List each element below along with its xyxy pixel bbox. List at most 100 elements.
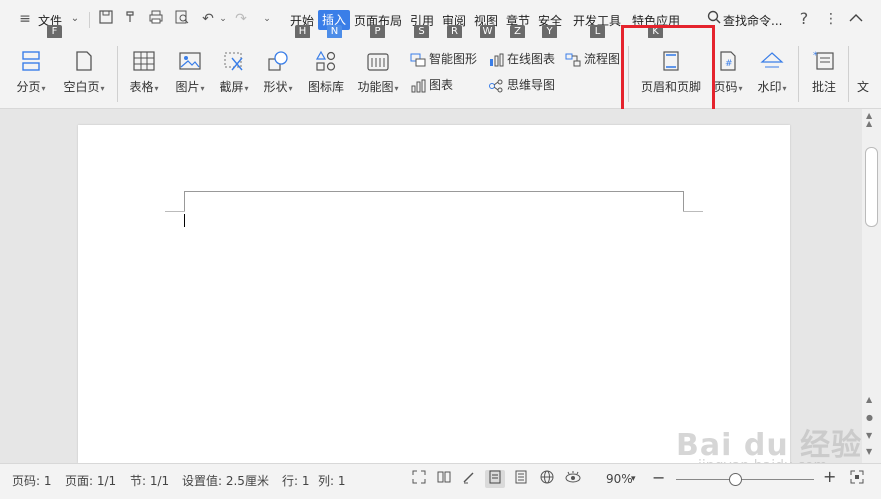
function-chart-icon	[367, 53, 389, 71]
icon-library-label: 图标库	[307, 80, 344, 94]
flowchart-button[interactable]: 流程图	[565, 50, 620, 67]
more-options-icon[interactable]: ⋮	[822, 10, 840, 28]
key-hint-layout: P	[370, 25, 385, 39]
smart-graphic-label: 智能图形	[429, 52, 478, 66]
mind-map-button[interactable]: 思维导图	[488, 76, 555, 93]
search-command-input[interactable]: 查找命令...	[723, 12, 782, 29]
reading-mode-icon[interactable]	[434, 470, 454, 488]
shape-label: 形状	[263, 80, 288, 94]
screenshot-button[interactable]: 截屏▾	[216, 50, 252, 95]
fit-window-icon[interactable]	[847, 470, 867, 488]
page-number-icon: #	[720, 51, 736, 71]
status-setting-value[interactable]: 设置值: 2.5厘米	[182, 472, 269, 489]
chart-button[interactable]: 图表	[410, 76, 453, 93]
key-hint-file: F	[47, 25, 62, 39]
print-preview-icon[interactable]	[173, 10, 191, 28]
svg-text:#: #	[725, 59, 733, 69]
key-hint-references: S	[414, 25, 429, 39]
divider	[117, 46, 118, 102]
status-section[interactable]: 节: 1/1	[130, 472, 169, 489]
table-icon	[133, 51, 155, 71]
picture-icon	[179, 52, 201, 70]
key-hint-insert: N	[327, 25, 342, 39]
page-number-button[interactable]: # 页码▾	[710, 50, 746, 95]
chart-label: 图表	[429, 78, 454, 92]
collapse-ribbon-icon[interactable]	[847, 10, 865, 28]
online-chart-button[interactable]: 在线图表	[488, 50, 555, 67]
hamburger-icon[interactable]: ≡	[16, 10, 34, 28]
edit-mode-icon[interactable]	[459, 470, 479, 488]
online-chart-label: 在线图表	[507, 52, 556, 66]
page-view-icon[interactable]	[485, 470, 505, 488]
picture-button[interactable]: 图片▾	[172, 50, 208, 95]
blank-page-button[interactable]: 空白页▾	[60, 50, 108, 95]
prev-page-icon[interactable]: ▲	[866, 395, 872, 404]
zoom-out-icon[interactable]: −	[652, 468, 665, 487]
vertical-scrollbar[interactable]: ▲ ▲ ▲ ● ▼ ▼	[862, 109, 881, 463]
blank-page-label: 空白页	[63, 80, 100, 94]
zoom-in-icon[interactable]: +	[823, 467, 836, 486]
shape-button[interactable]: 形状▾	[260, 50, 296, 95]
zoom-slider-handle[interactable]	[729, 473, 742, 486]
next-page-icon[interactable]: ▼	[866, 431, 872, 440]
watermark-button[interactable]: 水印▾	[754, 50, 790, 95]
page-break-icon	[22, 51, 40, 71]
divider	[848, 46, 849, 102]
page-break-label: 分页	[16, 80, 41, 94]
save-icon[interactable]	[97, 10, 115, 28]
document-page[interactable]	[78, 125, 790, 463]
page-number-label: 页码	[713, 80, 738, 94]
web-view-icon[interactable]	[537, 470, 557, 488]
text-more-button[interactable]: 文	[856, 78, 870, 95]
undo-dropdown-icon[interactable]: ⌄	[214, 10, 232, 28]
margin-marker-left	[165, 211, 185, 212]
zoom-slider-track[interactable]	[676, 479, 814, 480]
divider	[798, 46, 799, 102]
fullscreen-icon[interactable]	[409, 470, 429, 488]
text-more-label: 文	[856, 80, 869, 94]
chart-icon	[411, 79, 426, 92]
screenshot-label: 截屏	[219, 80, 244, 94]
picture-label: 图片	[175, 80, 200, 94]
icon-library-icon	[315, 50, 336, 71]
scroll-down-icon[interactable]: ▼	[866, 447, 872, 456]
svg-text:*: *	[813, 51, 818, 61]
outline-view-icon[interactable]	[511, 470, 531, 488]
function-chart-button[interactable]: 功能图▾	[354, 50, 402, 95]
redo-icon[interactable]: ↷	[232, 10, 250, 28]
print-icon[interactable]	[147, 10, 165, 28]
zoom-level[interactable]: 90%	[606, 472, 633, 486]
header-boundary-right	[683, 191, 684, 212]
ribbon-toolbar: 分页▾ 空白页▾ 表格▾ 图片▾ 截屏▾ 形状▾ 图标库 功能图▾ 智能图形 图…	[0, 38, 881, 109]
comment-label: 批注	[811, 80, 836, 94]
help-icon[interactable]: ?	[795, 10, 813, 28]
menu-bar: ≡ 文件 ⌄ F ↶ ⌄ ↷ ⌄ 开始 H 插入 N 页面布局 P 引用 S 审…	[0, 0, 881, 39]
screenshot-icon	[224, 52, 243, 71]
scrollbar-thumb[interactable]	[865, 147, 878, 227]
shape-icon	[268, 51, 288, 71]
comment-button[interactable]: * 批注	[806, 50, 842, 95]
status-page-number[interactable]: 页码: 1	[12, 472, 52, 489]
text-cursor	[184, 214, 185, 227]
icon-library-button[interactable]: 图标库	[306, 50, 346, 95]
format-painter-icon[interactable]	[122, 10, 140, 28]
select-browse-icon[interactable]: ●	[866, 413, 873, 422]
status-row: 行: 1	[282, 474, 310, 488]
key-hint-view: W	[480, 25, 495, 39]
scroll-up-page-icon[interactable]: ▲	[866, 119, 872, 128]
page-break-button[interactable]: 分页▾	[14, 50, 48, 95]
mind-map-label: 思维导图	[507, 78, 556, 92]
smart-graphic-button[interactable]: 智能图形	[410, 50, 477, 67]
key-hint-chapter: Z	[510, 25, 525, 39]
key-hint-review: R	[447, 25, 462, 39]
watermark-label: 水印	[757, 80, 782, 94]
status-bar: 页码: 1 页面: 1/1 节: 1/1 设置值: 2.5厘米 行: 1 列: …	[0, 463, 881, 499]
customize-dropdown-icon[interactable]: ⌄	[258, 10, 276, 28]
status-page-count[interactable]: 页面: 1/1	[65, 472, 116, 489]
zoom-dropdown-icon[interactable]: ▾	[631, 474, 636, 484]
header-boundary-top	[184, 191, 683, 192]
eye-protection-icon[interactable]	[563, 470, 583, 488]
chevron-down-icon[interactable]: ⌄	[66, 10, 84, 28]
table-button[interactable]: 表格▾	[126, 50, 162, 95]
comment-icon: *	[813, 51, 834, 70]
